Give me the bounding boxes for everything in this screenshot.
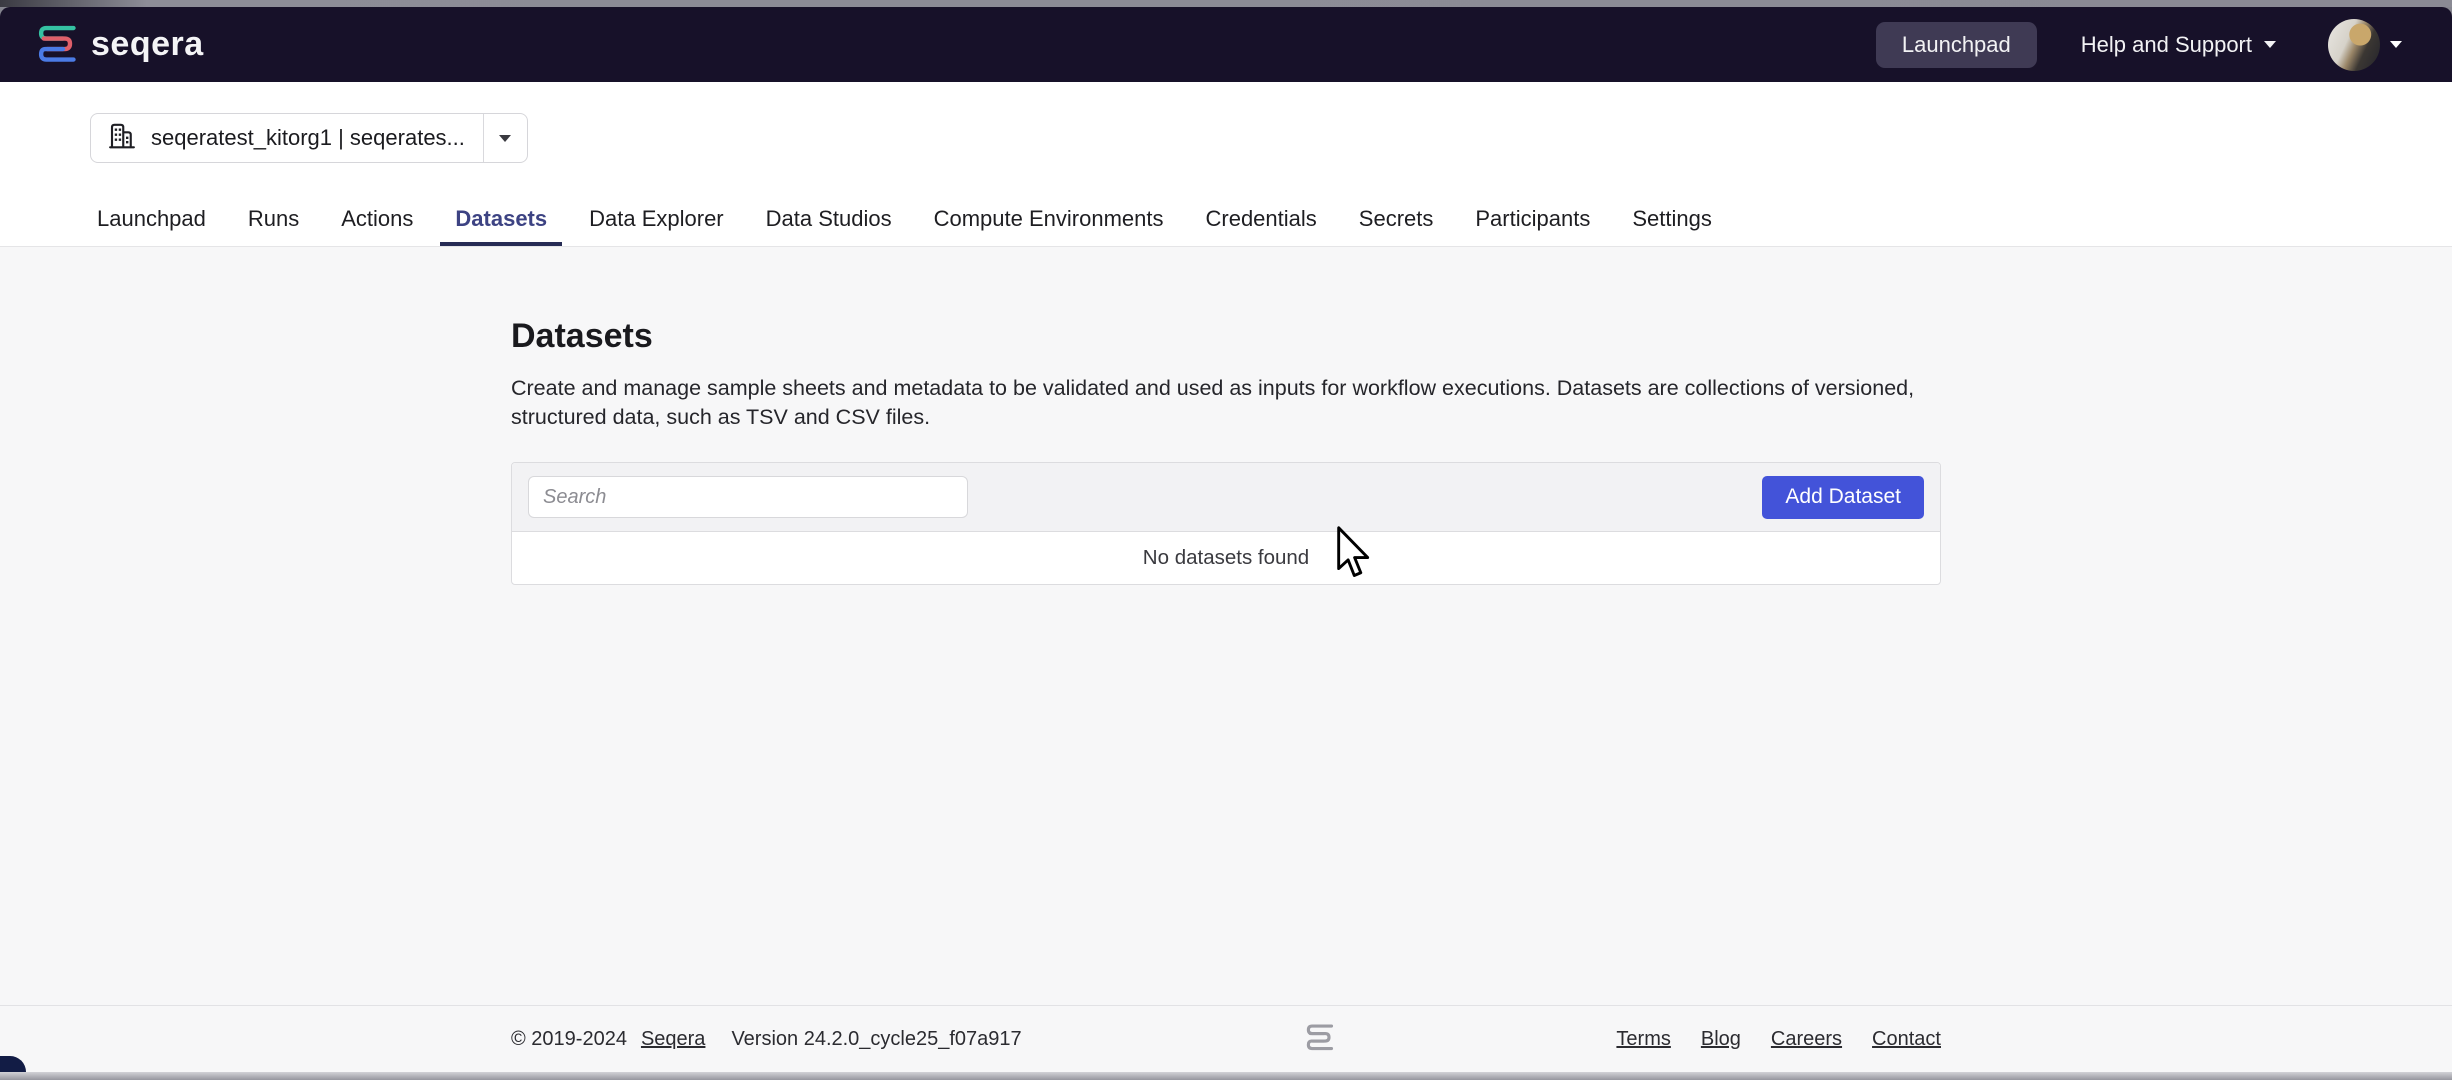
version-text: Version 24.2.0_cycle25_f07a917 [731, 1028, 1021, 1051]
workspace-selector-dropdown[interactable] [483, 114, 527, 162]
careers-link[interactable]: Careers [1771, 1028, 1842, 1051]
chevron-down-icon [499, 135, 511, 142]
contact-link[interactable]: Contact [1872, 1028, 1941, 1051]
datasets-card: Add Dataset No datasets found [511, 462, 1941, 585]
user-menu[interactable] [2328, 19, 2402, 71]
user-avatar[interactable] [2328, 19, 2380, 71]
workspace-selector-main: seqeratest_kitorg1 | seqerates... [91, 114, 483, 162]
workspace-tabs-band: seqeratest_kitorg1 | seqerates... Launch… [0, 82, 2452, 247]
copyright-text: © 2019-2024 [511, 1028, 627, 1051]
top-navbar: seqera Launchpad Help and Support [0, 7, 2452, 82]
chevron-down-icon [2390, 41, 2402, 48]
organization-building-icon [107, 121, 137, 156]
tab-secrets[interactable]: Secrets [1344, 196, 1449, 246]
empty-state-row: No datasets found [512, 532, 1940, 584]
window-top-edge [0, 0, 2452, 7]
terms-link[interactable]: Terms [1616, 1028, 1670, 1051]
window-bottom-edge [0, 1072, 2452, 1080]
workspace-row: seqeratest_kitorg1 | seqerates... [0, 82, 2452, 163]
tab-participants[interactable]: Participants [1460, 196, 1605, 246]
empty-state-message: No datasets found [1143, 546, 1309, 570]
tab-launchpad[interactable]: Launchpad [82, 196, 221, 246]
mouse-cursor-icon [1336, 526, 1374, 589]
seqera-link[interactable]: Seqera [641, 1028, 706, 1051]
chevron-down-icon [2264, 41, 2276, 48]
brand[interactable]: seqera [35, 21, 204, 68]
workspace-tabs: Launchpad Runs Actions Datasets Data Exp… [0, 196, 2452, 246]
tab-data-explorer[interactable]: Data Explorer [574, 196, 739, 246]
footer-copyright: © 2019-2024 Seqera Version 24.2.0_cycle2… [511, 1028, 1022, 1051]
tab-credentials[interactable]: Credentials [1191, 196, 1332, 246]
add-dataset-button[interactable]: Add Dataset [1762, 476, 1924, 519]
footer: © 2019-2024 Seqera Version 24.2.0_cycle2… [0, 1005, 2452, 1072]
tab-runs[interactable]: Runs [233, 196, 314, 246]
page-title: Datasets [511, 247, 1941, 356]
workspace-selector-label: seqeratest_kitorg1 | seqerates... [151, 125, 465, 151]
page-description: Create and manage sample sheets and meta… [511, 374, 1941, 432]
help-and-support-menu[interactable]: Help and Support [2081, 32, 2276, 58]
launchpad-button[interactable]: Launchpad [1876, 22, 2037, 68]
navbar-right: Launchpad Help and Support [1876, 19, 2402, 71]
tab-settings[interactable]: Settings [1617, 196, 1727, 246]
datasets-toolbar: Add Dataset [512, 463, 1940, 532]
app-window: seqera Launchpad Help and Support [0, 0, 2452, 1080]
tab-actions[interactable]: Actions [326, 196, 428, 246]
main-content: Datasets Create and manage sample sheets… [0, 247, 2452, 1005]
seqera-logo-icon [35, 21, 77, 68]
brand-name: seqera [91, 25, 204, 64]
seqera-footer-logo-icon [1304, 1021, 1334, 1057]
footer-links: Terms Blog Careers Contact [1616, 1028, 1941, 1051]
tab-data-studios[interactable]: Data Studios [751, 196, 907, 246]
blog-link[interactable]: Blog [1701, 1028, 1741, 1051]
tab-compute-environments[interactable]: Compute Environments [919, 196, 1179, 246]
help-and-support-label: Help and Support [2081, 32, 2252, 58]
workspace-selector[interactable]: seqeratest_kitorg1 | seqerates... [90, 113, 528, 163]
tab-datasets[interactable]: Datasets [440, 196, 562, 246]
search-input[interactable] [528, 476, 968, 518]
